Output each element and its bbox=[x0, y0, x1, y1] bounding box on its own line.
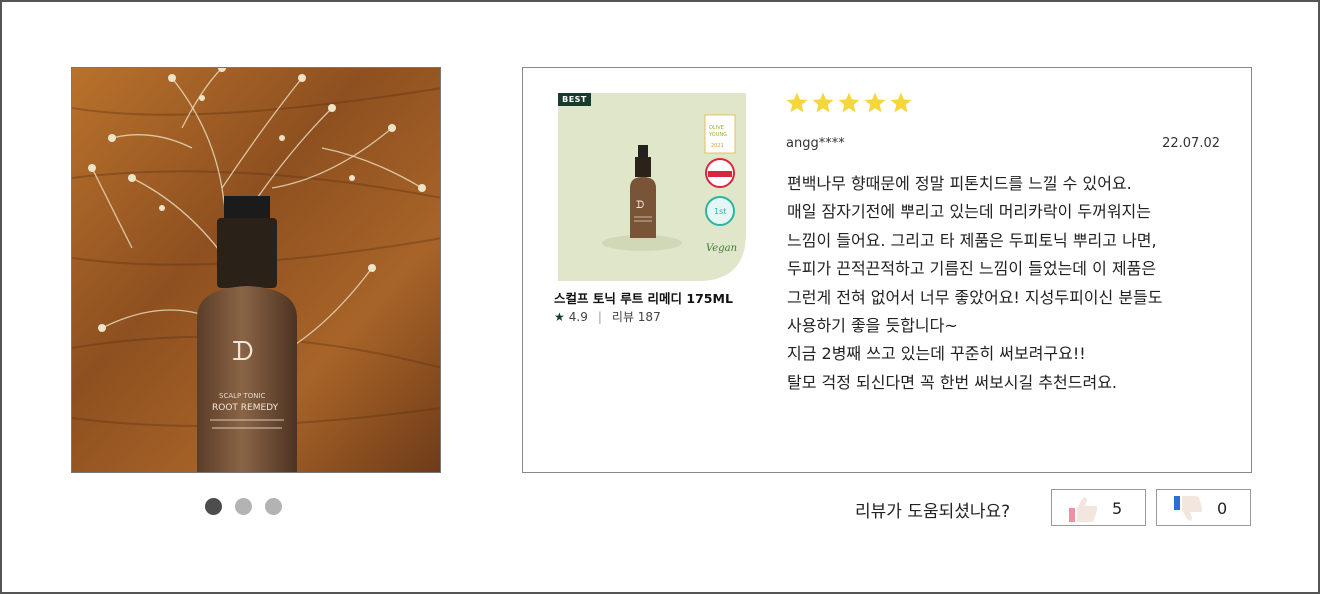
svg-text:ᗪ: ᗪ bbox=[232, 337, 254, 367]
svg-text:OLIVE: OLIVE bbox=[709, 125, 724, 131]
reviewer-name: angg**** bbox=[786, 136, 845, 151]
carousel-dots bbox=[205, 498, 282, 515]
product-name[interactable]: 스컬프 토닉 루트 리메디 175ML bbox=[554, 288, 733, 307]
review-line: 사용하기 좋을 듯합니다~ bbox=[787, 316, 958, 336]
helpful-yes-button[interactable]: 5 bbox=[1051, 489, 1146, 526]
svg-text:2021: 2021 bbox=[711, 143, 724, 149]
helpful-yes-count: 5 bbox=[1112, 499, 1123, 518]
review-line: 편백나무 향때문에 정말 피톤치드를 느낄 수 있어요. bbox=[787, 174, 1132, 193]
rating-average: 4.9 bbox=[568, 309, 588, 324]
review-line: 매일 잠자기전에 뿌리고 있는데 머리카락이 두꺼워지는 bbox=[787, 202, 1151, 222]
best-badge: BEST bbox=[558, 93, 591, 106]
review-body: 편백나무 향때문에 정말 피톤치드를 느낄 수 있어요. 매일 잠자기전에 뿌리고… bbox=[787, 170, 1237, 397]
product-thumbnail[interactable]: ᗪ OLIVE YOUNG 2021 1st Vegan BEST bbox=[558, 93, 746, 281]
svg-text:ROOT REMEDY: ROOT REMEDY bbox=[212, 403, 279, 413]
svg-text:SCALP TONIC: SCALP TONIC bbox=[219, 392, 266, 400]
review-count: 리뷰 187 bbox=[611, 310, 661, 324]
review-line: 지금 2병째 쓰고 있는데 꾸준히 써보려구요!! bbox=[787, 344, 1086, 364]
meta-separator: | bbox=[597, 309, 602, 324]
svg-text:ᗪ: ᗪ bbox=[636, 200, 644, 211]
svg-text:YOUNG: YOUNG bbox=[708, 132, 727, 138]
star-icon bbox=[889, 91, 913, 115]
helpful-no-count: 0 bbox=[1217, 499, 1228, 518]
star-icon: ★ bbox=[554, 309, 565, 324]
review-line: 느낌이 들어요. 그리고 타 제품은 두피토닉 뿌리고 나면, bbox=[787, 230, 1157, 250]
thumbs-down-icon bbox=[1172, 495, 1204, 527]
star-icon bbox=[863, 91, 887, 115]
svg-text:1st: 1st bbox=[714, 207, 726, 216]
product-rating-summary: ★ 4.9 | 리뷰 187 bbox=[554, 308, 661, 325]
helpful-question: 리뷰가 도움되셨나요? bbox=[855, 502, 1011, 522]
star-icon bbox=[785, 91, 809, 115]
review-line: 탈모 걱정 되신다면 꼭 한번 써보시길 추천드려요. bbox=[787, 372, 1118, 392]
carousel-dot[interactable] bbox=[235, 498, 252, 515]
star-icon bbox=[811, 91, 835, 115]
carousel-dot[interactable] bbox=[205, 498, 222, 515]
star-rating bbox=[785, 91, 913, 115]
helpful-no-button[interactable]: 0 bbox=[1156, 489, 1251, 526]
carousel-dot[interactable] bbox=[265, 498, 282, 515]
thumbs-up-icon bbox=[1067, 495, 1099, 527]
svg-text:Vegan: Vegan bbox=[706, 243, 737, 254]
review-line: 두피가 끈적끈적하고 기름진 느낌이 들었는데 이 제품은 bbox=[787, 259, 1157, 279]
review-line: 그런게 전혀 없어서 너무 좋았어요! 지성두피이신 분들도 bbox=[787, 287, 1163, 307]
product-photo[interactable]: ᗪ SCALP TONIC ROOT REMEDY bbox=[71, 67, 441, 473]
review-card: ᗪ OLIVE YOUNG 2021 1st Vegan BEST 스컬프 토닉… bbox=[522, 67, 1252, 473]
review-date: 22.07.02 bbox=[1162, 136, 1220, 151]
star-icon bbox=[837, 91, 861, 115]
